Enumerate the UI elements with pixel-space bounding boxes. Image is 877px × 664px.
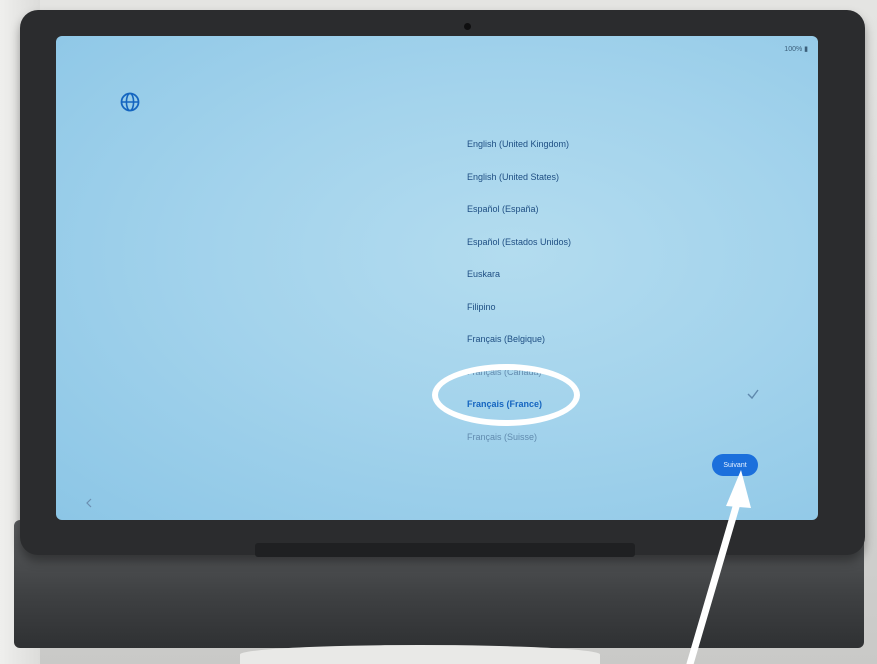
globe-icon <box>120 92 140 112</box>
list-item[interactable]: Español (Estados Unidos) <box>467 226 571 259</box>
list-item[interactable]: Español (España) <box>467 193 571 226</box>
list-item[interactable]: English (United States) <box>467 161 571 194</box>
annotation-circle <box>432 364 580 426</box>
front-camera <box>464 23 471 30</box>
list-item[interactable]: Filipino <box>467 291 571 324</box>
tablet-screen: 100% ▮ English (United Kingdom) English … <box>56 36 818 520</box>
next-button[interactable]: Suivant <box>712 454 758 476</box>
list-item[interactable]: Euskara <box>467 258 571 291</box>
list-item[interactable]: English (United Kingdom) <box>467 128 571 161</box>
keyboard-case-strip <box>255 543 635 557</box>
back-arrow-icon[interactable] <box>84 498 94 508</box>
battery-status: 100% ▮ <box>784 46 808 53</box>
stand-base <box>240 645 600 664</box>
list-item[interactable]: Français (Belgique) <box>467 323 571 356</box>
checkmark-icon <box>747 389 759 400</box>
